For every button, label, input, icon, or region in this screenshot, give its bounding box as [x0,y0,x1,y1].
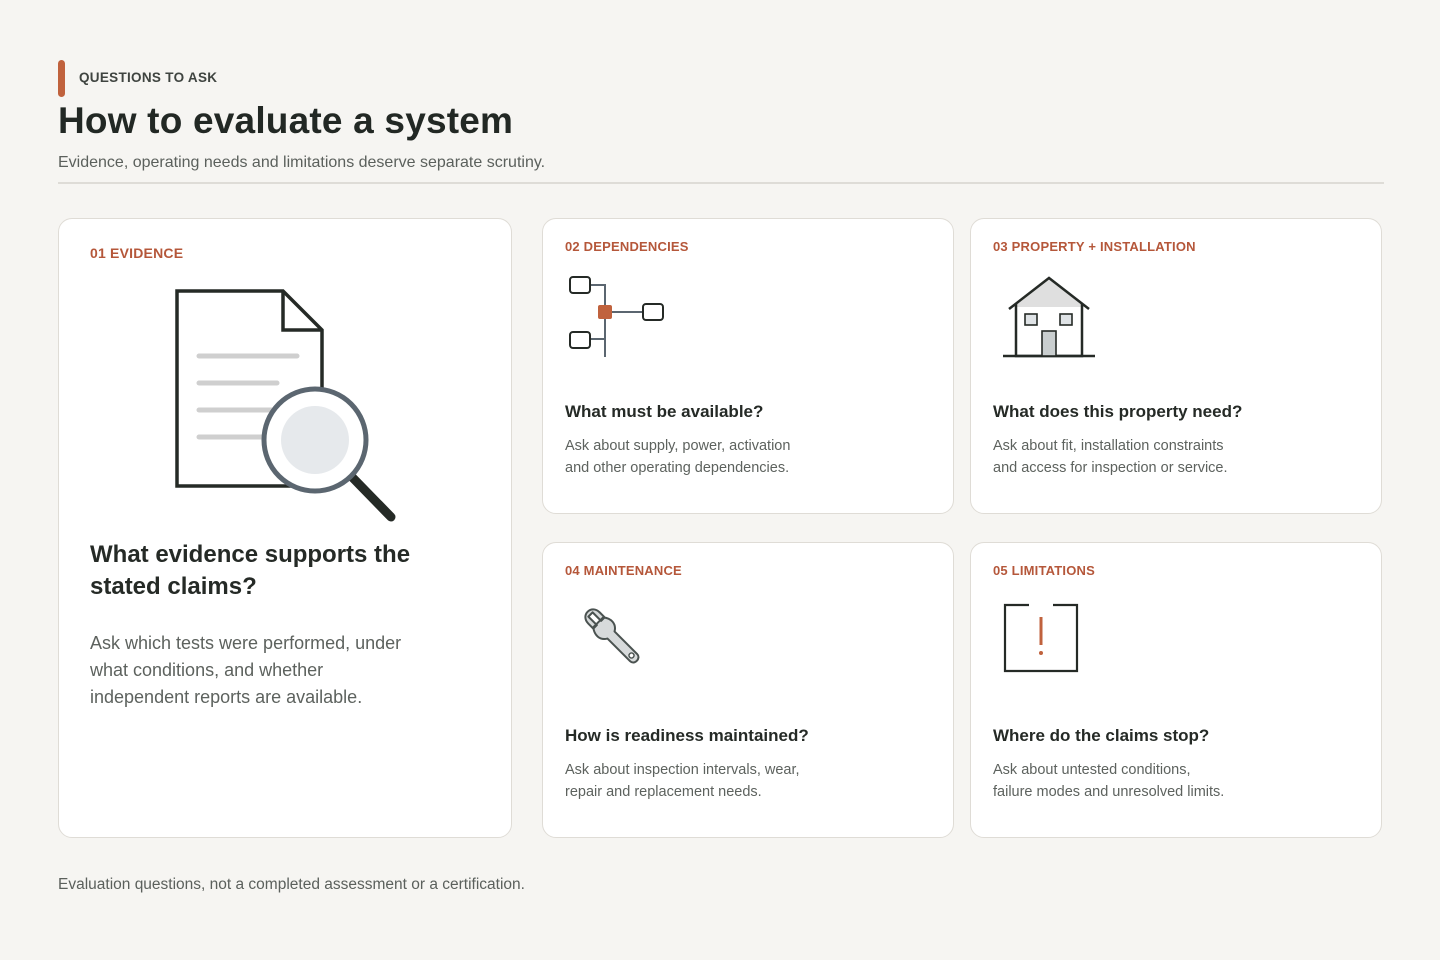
footnote: Evaluation questions, not a completed as… [58,876,525,893]
eyebrow-label: QUESTIONS TO ASK [79,69,218,85]
card-tag: 05 LIMITATIONS [993,563,1095,578]
card-question: How is readiness maintained? [565,726,809,745]
card-question: What evidence supports the stated claims… [90,541,411,600]
card-maintenance: 04 MAINTENANCE How is readiness maintain… [542,542,954,838]
page-subtitle: Evidence, operating needs and limitation… [58,154,546,171]
card-tag: 01 EVIDENCE [90,245,184,261]
card-question: Where do the claims stop? [993,726,1210,745]
card-description: Ask about supply, power, activation and … [565,438,791,476]
card-dependencies: 02 DEPENDENCIES What must be available? … [542,218,954,514]
eyebrow-accent-bar [58,60,65,97]
card-limitations: 05 LIMITATIONS Where do the claims stop?… [970,542,1382,838]
header-divider [58,182,1384,184]
wrench-icon [584,608,640,664]
card-property-installation: 03 PROPERTY + INSTALLATION What does thi… [970,218,1382,514]
card-tag: 02 DEPENDENCIES [565,239,689,254]
card-description: Ask about fit, installation constraints … [993,438,1228,476]
card-tag: 03 PROPERTY + INSTALLATION [993,239,1196,254]
card-description: Ask about inspection intervals, wear, re… [565,762,800,800]
dependency-nodes-icon [569,276,664,357]
house-icon [1003,276,1095,358]
warning-box-icon [1003,603,1079,673]
card-description: Ask which tests were performed, under wh… [90,633,402,707]
card-evidence: 01 EVIDENCE What evidence supports the s… [58,218,512,838]
card-question: What does this property need? [993,402,1243,421]
document-magnifier-icon [175,289,396,522]
page-title: How to evaluate a system [58,100,514,141]
eyebrow: QUESTIONS TO ASK [58,60,217,97]
card-description: Ask about untested conditions, failure m… [993,762,1225,800]
card-question: What must be available? [565,402,764,421]
card-tag: 04 MAINTENANCE [565,563,682,578]
